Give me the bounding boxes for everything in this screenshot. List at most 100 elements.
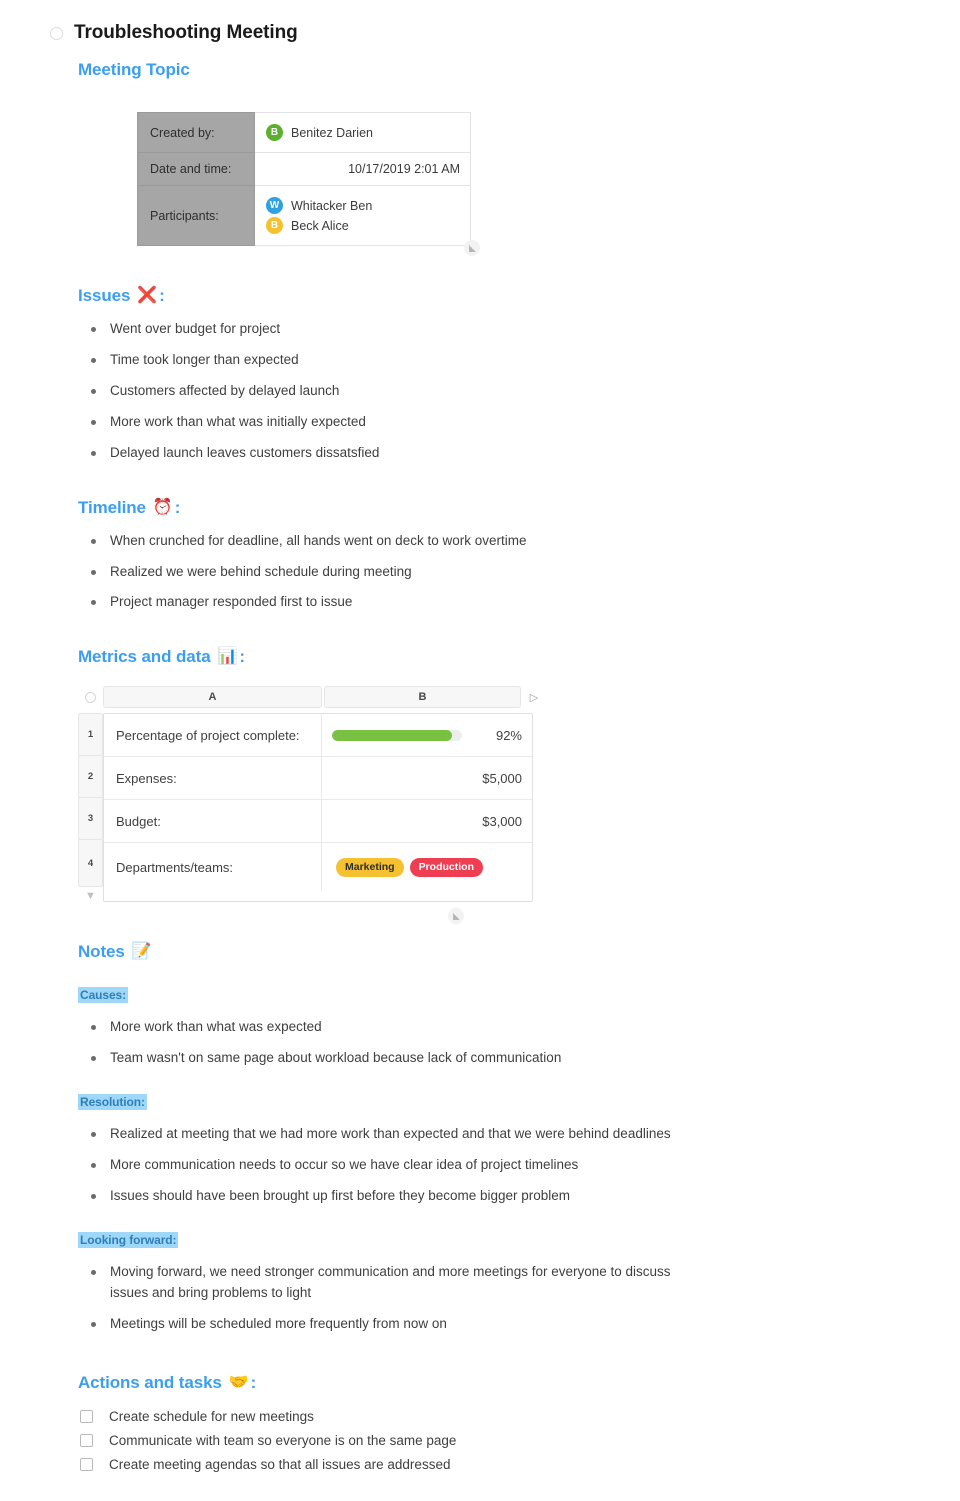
- task-label: Create meeting agendas so that all issue…: [109, 1456, 451, 1472]
- spreadsheet-body: 1 2 3 4 ▼ Percentage of project complete…: [78, 713, 533, 903]
- add-row-icon[interactable]: ▼: [80, 890, 100, 902]
- list-item: Issues should have been brought up first…: [88, 1186, 728, 1207]
- person-entry: B Beck Alice: [266, 217, 459, 234]
- section-heading-timeline: Timeline ⏰ :: [0, 498, 960, 518]
- cross-mark-icon: ❌: [137, 287, 158, 304]
- created-by-value[interactable]: B Benitez Darien: [254, 112, 471, 153]
- list-item: Meetings will be scheduled more frequent…: [88, 1314, 728, 1335]
- notes-subheading-looking-forward: Looking forward:: [0, 1231, 960, 1249]
- list-item: When crunched for deadline, all hands we…: [88, 531, 728, 552]
- timeline-colon: :: [174, 497, 181, 517]
- list-item: More work than what was initially expect…: [88, 412, 728, 433]
- list-item: Went over budget for project: [88, 319, 728, 340]
- memo-icon: 📝: [131, 943, 152, 961]
- task-checkbox[interactable]: [80, 1457, 93, 1471]
- tag-production[interactable]: Production: [409, 858, 484, 877]
- person-name: Whitacker Ben: [291, 198, 373, 213]
- date-time-label: Date and time:: [137, 152, 255, 186]
- metrics-colon: :: [239, 647, 245, 667]
- participants-value[interactable]: W Whitacker Ben B Beck Alice: [254, 185, 471, 246]
- timeline-list: When crunched for deadline, all hands we…: [0, 531, 960, 614]
- resolution-list: Realized at meeting that we had more wor…: [0, 1124, 960, 1207]
- date-time-value[interactable]: 10/17/2019 2:01 AM: [254, 152, 471, 186]
- avatar: B: [266, 217, 283, 234]
- actions-checklist: Create schedule for new meetings Communi…: [0, 1409, 960, 1472]
- person-entry: W Whitacker Ben: [266, 197, 459, 214]
- spreadsheet-resize-handle-icon[interactable]: [448, 908, 464, 925]
- page-title: Troubleshooting Meeting: [74, 22, 298, 43]
- timeline-label: Timeline: [78, 497, 146, 517]
- cell-a1[interactable]: Percentage of project complete:: [104, 714, 322, 757]
- notes-subheading-causes: Causes:: [0, 986, 960, 1004]
- participants-label: Participants:: [137, 185, 255, 246]
- meeting-info-block: Created by: B Benitez Darien Date and ti…: [0, 112, 960, 256]
- causes-list: More work than what was expected Team wa…: [0, 1017, 960, 1069]
- task-checkbox[interactable]: [80, 1433, 93, 1447]
- issues-label: Issues: [78, 286, 131, 305]
- meeting-topic-label: Meeting Topic: [78, 60, 190, 79]
- list-item: Realized at meeting that we had more wor…: [88, 1124, 728, 1145]
- alarm-clock-icon: ⏰: [152, 498, 173, 516]
- cell-a2[interactable]: Expenses:: [104, 757, 322, 800]
- list-item: More communication needs to occur so we …: [88, 1155, 728, 1176]
- cell-b3[interactable]: $3,000: [322, 800, 532, 842]
- add-column-icon[interactable]: ▷: [526, 691, 542, 704]
- meeting-info-table: Created by: B Benitez Darien Date and ti…: [137, 112, 471, 246]
- row-header-4[interactable]: 4: [78, 839, 103, 888]
- person-entry: B Benitez Darien: [266, 124, 459, 141]
- table-row-created-by: Created by: B Benitez Darien: [137, 112, 471, 153]
- progress-value: 92%: [495, 727, 522, 743]
- person-name: Benitez Darien: [291, 125, 373, 140]
- notes-label: Notes: [78, 942, 125, 962]
- notes-subheading-resolution: Resolution:: [0, 1093, 960, 1111]
- table-resize-handle-icon[interactable]: [464, 240, 480, 256]
- table-row: Budget: $3,000: [104, 800, 532, 844]
- actions-colon: :: [250, 1372, 257, 1392]
- section-heading-notes: Notes 📝: [0, 942, 960, 962]
- spreadsheet-corner-cell[interactable]: [78, 691, 103, 703]
- row-header-2[interactable]: 2: [78, 755, 103, 799]
- issues-list: Went over budget for project Time took l…: [0, 319, 960, 464]
- row-header-1[interactable]: 1: [78, 713, 103, 757]
- task-label: Create schedule for new meetings: [109, 1408, 314, 1424]
- metrics-spreadsheet: A B ▷ 1 2 3 4 ▼ Percentage of project co…: [78, 686, 538, 903]
- resolution-label: Resolution:: [78, 1094, 147, 1111]
- avatar: B: [266, 124, 283, 141]
- table-row: Percentage of project complete: 92%: [104, 714, 532, 758]
- section-heading-meeting-topic: Meeting Topic: [0, 60, 960, 80]
- bar-chart-icon: 📊: [217, 648, 238, 666]
- list-item: Create schedule for new meetings: [80, 1409, 960, 1424]
- issues-colon: :: [159, 286, 165, 305]
- list-item: More work than what was expected: [88, 1017, 728, 1038]
- section-heading-issues: Issues ❌ :: [0, 286, 960, 306]
- cell-b4[interactable]: Marketing Production: [322, 843, 532, 891]
- spreadsheet-grid: Percentage of project complete: 92% Expe…: [103, 713, 533, 903]
- column-header-a[interactable]: A: [103, 686, 322, 709]
- page-title-row: Troubleshooting Meeting: [0, 0, 960, 43]
- looking-forward-list: Moving forward, we need stronger communi…: [0, 1262, 960, 1335]
- cell-a3[interactable]: Budget:: [104, 800, 322, 843]
- list-item: Realized we were behind schedule during …: [88, 562, 728, 583]
- cell-b2[interactable]: $5,000: [322, 757, 532, 799]
- meeting-notes-page: Troubleshooting Meeting Meeting Topic Cr…: [0, 0, 960, 1501]
- spreadsheet-column-headers: A B ▷: [78, 686, 538, 709]
- row-header-3[interactable]: 3: [78, 797, 103, 841]
- cell-a4[interactable]: Departments/teams:: [104, 843, 322, 892]
- column-header-b[interactable]: B: [324, 686, 521, 709]
- avatar: W: [266, 197, 283, 214]
- table-row-participants: Participants: W Whitacker Ben B Beck Ali…: [137, 185, 471, 246]
- tag-marketing[interactable]: Marketing: [336, 858, 404, 877]
- collapse-toggle-icon[interactable]: [50, 26, 63, 40]
- list-item: Communicate with team so everyone is on …: [80, 1433, 960, 1448]
- list-item: Team wasn't on same page about workload …: [88, 1048, 728, 1069]
- task-checkbox[interactable]: [80, 1409, 93, 1423]
- task-label: Communicate with team so everyone is on …: [109, 1432, 457, 1448]
- metrics-label: Metrics and data: [78, 647, 211, 667]
- select-all-icon[interactable]: [85, 691, 96, 703]
- handshake-icon: 🤝: [228, 1373, 249, 1391]
- table-row: Expenses: $5,000: [104, 757, 532, 801]
- cell-b1[interactable]: 92%: [322, 714, 532, 756]
- list-item: Customers affected by delayed launch: [88, 381, 728, 402]
- actions-label: Actions and tasks: [78, 1372, 222, 1392]
- list-item: Time took longer than expected: [88, 350, 728, 371]
